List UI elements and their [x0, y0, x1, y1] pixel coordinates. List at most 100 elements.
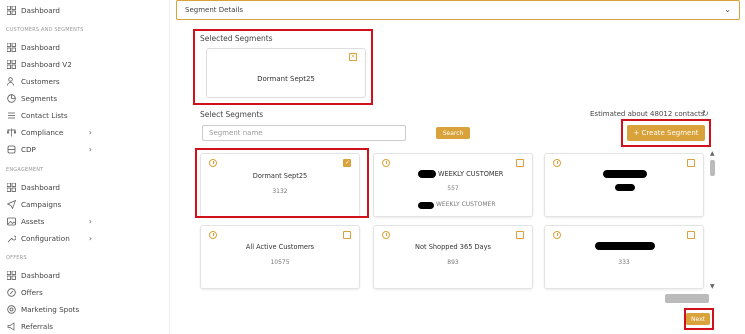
- segment-card[interactable]: 333: [544, 225, 704, 289]
- sidebar-section-offers: OFFERS: [6, 255, 27, 261]
- scale-icon: [6, 127, 16, 137]
- sidebar-item-label: Customers: [21, 76, 60, 86]
- sidebar-item-label: Campaigns: [21, 199, 62, 209]
- sidebar-item-configuration[interactable]: Configuration ›: [6, 231, 162, 245]
- scroll-down-icon[interactable]: ▼: [710, 283, 715, 290]
- segment-checkbox[interactable]: [516, 159, 524, 167]
- clock-icon: [382, 159, 390, 167]
- segment-details-title: Segment Details: [185, 6, 243, 14]
- sidebar-item-referrals[interactable]: Referrals: [6, 319, 162, 333]
- highlight-segment-card: [195, 148, 369, 218]
- refresh-icon[interactable]: ↻: [702, 109, 709, 118]
- sidebar-item-segments[interactable]: Segments: [6, 91, 162, 105]
- target-icon: [6, 304, 16, 314]
- segment-card[interactable]: WEEKLY CUSTOMER 557 WEEKLY CUSTOMER: [373, 153, 533, 217]
- grid-icon: [6, 5, 16, 15]
- segment-checkbox[interactable]: [687, 231, 695, 239]
- segment-card-count: 557: [447, 185, 459, 192]
- users-icon: [6, 76, 16, 86]
- sidebar-item-label: Dashboard: [21, 270, 60, 280]
- create-segment-button[interactable]: + Create Segment: [627, 125, 705, 141]
- segment-card-count: 10575: [270, 259, 290, 266]
- sidebar-item-campaigns[interactable]: Campaigns: [6, 197, 162, 211]
- sidebar-item-label: Dashboard: [21, 5, 60, 15]
- chevron-right-icon: ›: [88, 216, 92, 226]
- scroll-up-icon[interactable]: ▲: [710, 150, 715, 157]
- chevron-right-icon: ›: [88, 233, 92, 243]
- tag-icon: [6, 287, 16, 297]
- segment-search-input[interactable]: Segment name: [202, 125, 406, 141]
- select-segments-title: Select Segments: [200, 110, 264, 119]
- sidebar-item-label: Contact Lists: [21, 110, 68, 120]
- redaction: [595, 242, 655, 250]
- segment-checkbox[interactable]: [687, 159, 695, 167]
- sidebar-item-label: Dashboard V2: [21, 59, 72, 69]
- segment-card-title: WEEKLY CUSTOMER: [438, 170, 504, 178]
- main-content: Segment Details ⌄ Selected Segments × Do…: [176, 0, 741, 334]
- segment-card-description: WEEKLY CUSTOMER: [436, 201, 496, 208]
- scroll-thumb[interactable]: [710, 160, 715, 176]
- sidebar-item-label: Offers: [21, 287, 43, 297]
- segment-card-title: Not Shopped 365 Days: [415, 243, 491, 251]
- clock-icon: [553, 231, 561, 239]
- sidebar-item-label: Compliance: [21, 127, 64, 137]
- sidebar-item-contact-lists[interactable]: Contact Lists: [6, 108, 162, 122]
- redaction: [603, 170, 647, 178]
- sidebar: Dashboard CUSTOMERS AND SEGMENTS Dashboa…: [0, 0, 170, 334]
- sidebar-item-assets[interactable]: Assets ›: [6, 214, 162, 228]
- sidebar-item-customers[interactable]: Customers: [6, 74, 162, 88]
- segment-card-count: 893: [447, 259, 459, 266]
- clock-icon: [553, 159, 561, 167]
- sidebar-item-offers-dashboard[interactable]: Dashboard: [6, 268, 162, 282]
- sidebar-item-compliance[interactable]: Compliance ›: [6, 125, 162, 139]
- sidebar-item-label: Configuration: [21, 233, 70, 243]
- selected-segment-name: Dormant Sept25: [257, 75, 315, 83]
- chevron-down-icon[interactable]: ⌄: [724, 5, 731, 14]
- grid-icon: [6, 59, 16, 69]
- sidebar-section-customers: CUSTOMERS AND SEGMENTS: [6, 27, 84, 33]
- sidebar-item-engagement-dashboard[interactable]: Dashboard: [6, 180, 162, 194]
- disabled-button: [665, 294, 709, 303]
- sidebar-item-marketing-spots[interactable]: Marketing Spots: [6, 302, 162, 316]
- sidebar-item-label: Dashboard: [21, 42, 60, 52]
- pie-icon: [6, 93, 16, 103]
- image-icon: [6, 216, 16, 226]
- sidebar-item-dashboard-top[interactable]: Dashboard: [6, 3, 162, 17]
- sidebar-item-label: Assets: [21, 216, 45, 226]
- sidebar-item-label: CDP: [21, 144, 36, 154]
- list-icon: [6, 110, 16, 120]
- sidebar-item-label: Segments: [21, 93, 58, 103]
- sidebar-item-dashboard-v2[interactable]: Dashboard V2: [6, 57, 162, 71]
- cards-scrollbar[interactable]: ▲ ▼: [709, 150, 717, 290]
- grid-icon: [6, 42, 16, 52]
- megaphone-icon: [6, 321, 16, 331]
- segment-card[interactable]: Not Shopped 365 Days 893: [373, 225, 533, 289]
- close-icon[interactable]: ×: [349, 53, 357, 61]
- send-icon: [6, 199, 16, 209]
- sidebar-item-label: Dashboard: [21, 182, 60, 192]
- redaction: [418, 202, 434, 209]
- segment-card-count: 333: [618, 259, 630, 266]
- sidebar-item-label: Marketing Spots: [21, 304, 80, 314]
- sidebar-item-offers[interactable]: Offers: [6, 285, 162, 299]
- next-button[interactable]: Next: [686, 313, 710, 325]
- redaction: [418, 170, 436, 178]
- chevron-right-icon: ›: [88, 127, 92, 137]
- sidebar-item-cdp[interactable]: CDP ›: [6, 142, 162, 156]
- segment-checkbox[interactable]: [516, 231, 524, 239]
- segment-card[interactable]: All Active Customers 10575: [200, 225, 360, 289]
- segment-card[interactable]: [544, 153, 704, 217]
- grid-icon: [6, 182, 16, 192]
- search-button[interactable]: Search: [436, 127, 470, 139]
- clock-icon: [382, 231, 390, 239]
- redaction: [615, 184, 635, 191]
- selected-segments-title: Selected Segments: [200, 34, 273, 43]
- segment-card-title: All Active Customers: [245, 243, 315, 251]
- chevron-right-icon: ›: [88, 144, 92, 154]
- grid-icon: [6, 270, 16, 280]
- selected-segment-chip: × Dormant Sept25: [206, 48, 366, 98]
- segment-checkbox[interactable]: [343, 231, 351, 239]
- segment-details-header[interactable]: Segment Details ⌄: [176, 0, 740, 20]
- database-icon: [6, 144, 16, 154]
- sidebar-item-dashboard[interactable]: Dashboard: [6, 40, 162, 54]
